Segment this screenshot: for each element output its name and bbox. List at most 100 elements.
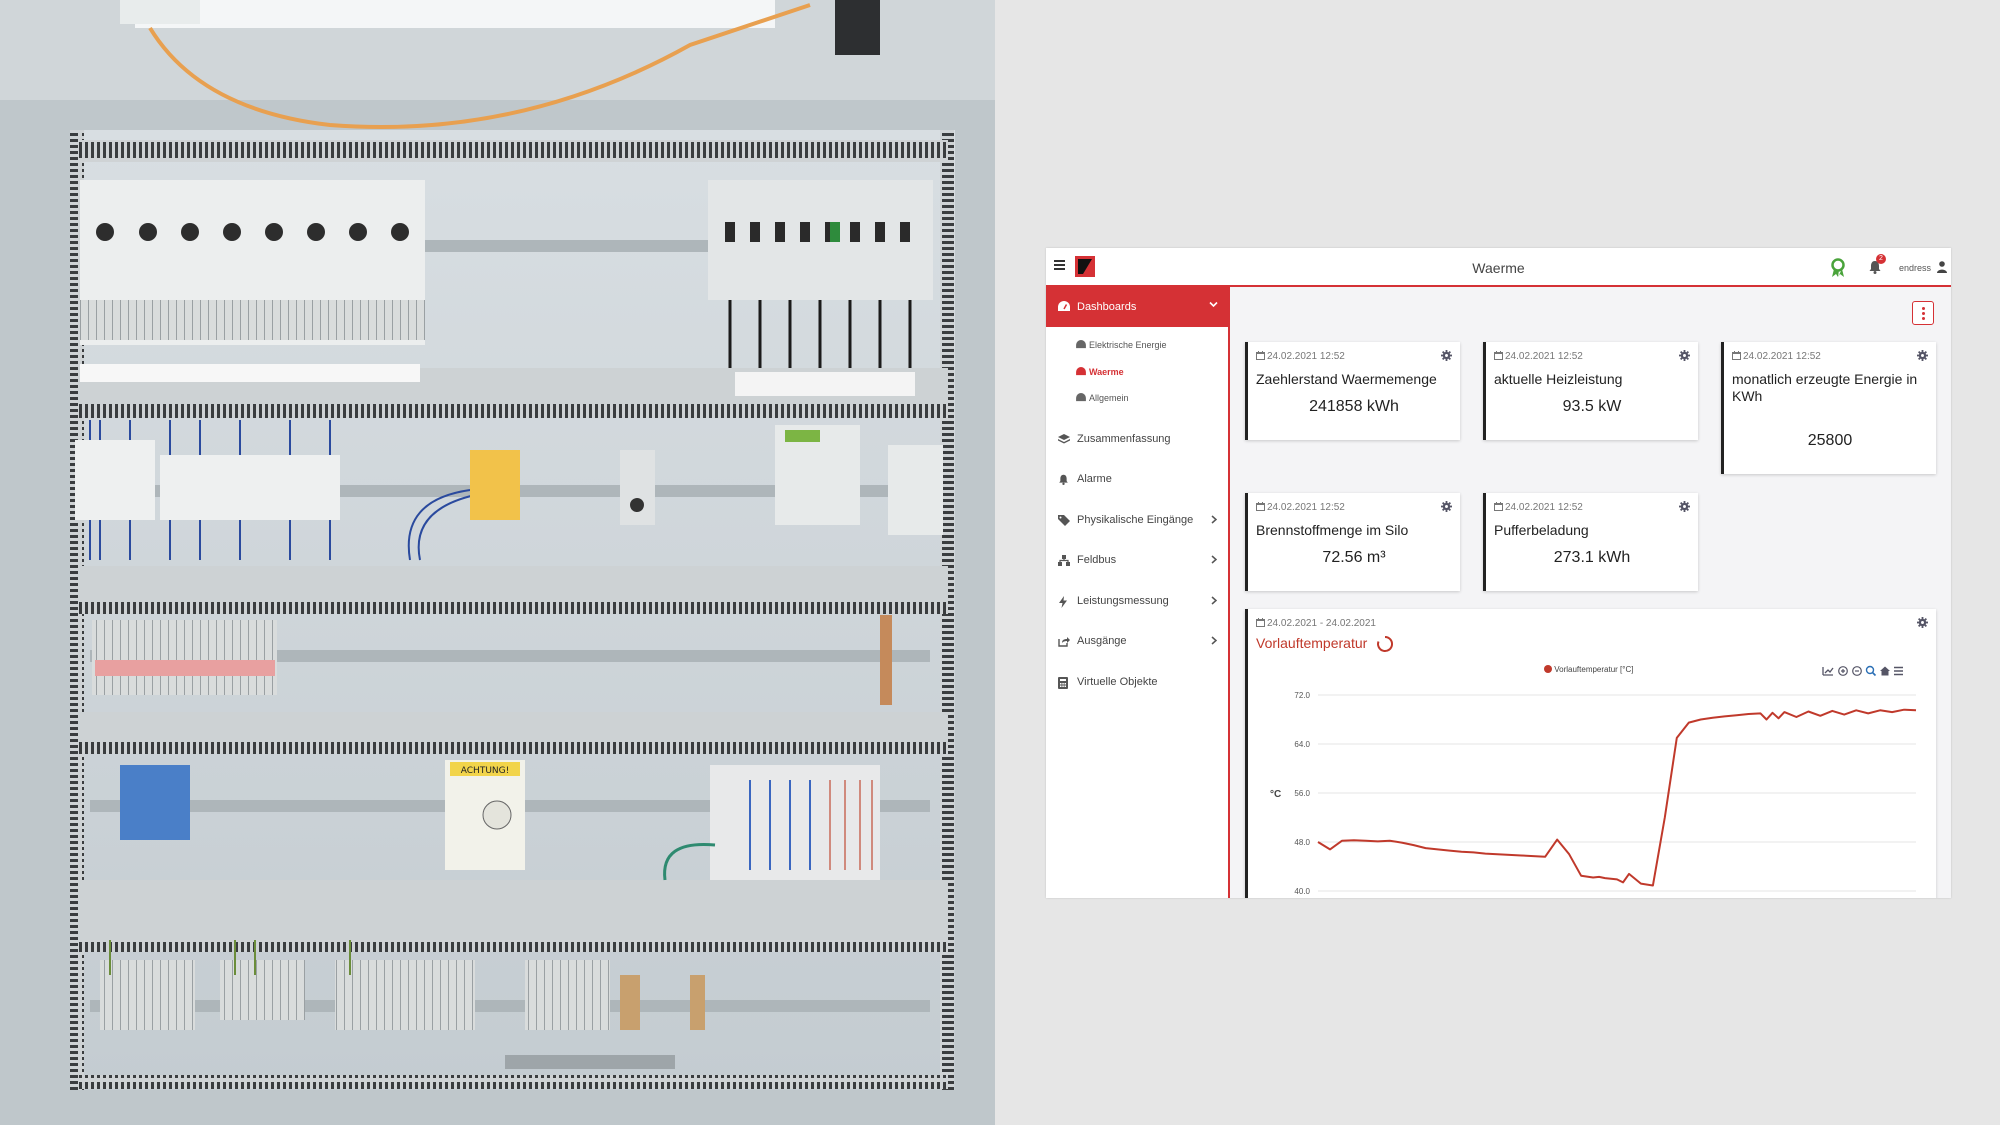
card-timestamp: 24.02.2021 12:52 — [1494, 502, 1583, 513]
chevron-right-icon — [1211, 515, 1217, 524]
username[interactable]: endress — [1899, 263, 1931, 273]
top-bar: Waerme 2 endress — [1046, 248, 1951, 287]
sidebar-subitem-waerme[interactable]: Waerme — [1076, 367, 1124, 377]
calendar-icon — [1494, 351, 1503, 360]
sidebar-item-label: Dashboards — [1077, 301, 1137, 313]
sidebar-subitem-label: Allgemein — [1089, 393, 1129, 403]
sidebar-subitem-allgemein[interactable]: Allgemein — [1076, 393, 1129, 403]
dashboard-icon — [1076, 340, 1086, 349]
award-icon[interactable] — [1830, 258, 1846, 278]
sidebar-item-label: Physikalische Eingänge — [1077, 514, 1194, 526]
line-chart[interactable]: 72.0 64.0 56.0 48.0 40.0 °C — [1248, 679, 1936, 898]
sidebar-item-feldbus[interactable]: Feldbus — [1058, 554, 1223, 570]
sidebar-item-physikalische-eingaenge[interactable]: Physikalische Eingänge — [1058, 514, 1223, 530]
page-title: Waerme — [1472, 260, 1525, 276]
control-cabinet-photo: ACHTUNG! — [0, 0, 995, 1125]
calendar-icon — [1256, 618, 1265, 627]
network-icon — [1058, 555, 1070, 566]
search-icon[interactable] — [1865, 665, 1877, 677]
calculator-icon — [1058, 677, 1068, 689]
y-tick-label: 40.0 — [1294, 887, 1310, 896]
card-value: 93.5 kW — [1562, 398, 1622, 415]
sidebar-item-label: Alarme — [1077, 473, 1112, 485]
dashboard-icon — [1058, 301, 1070, 311]
calendar-icon — [1256, 351, 1265, 360]
sidebar-item-alarme[interactable]: Alarme — [1058, 473, 1223, 489]
calendar-icon — [1494, 502, 1503, 511]
chart-date-range-text: 24.02.2021 - 24.02.2021 — [1267, 618, 1376, 629]
calendar-icon — [1256, 502, 1265, 511]
card-timestamp-text: 24.02.2021 12:52 — [1505, 502, 1583, 513]
card-timestamp: 24.02.2021 12:52 — [1494, 351, 1583, 362]
zoom-out-icon[interactable] — [1852, 666, 1862, 676]
card-timestamp: 24.02.2021 12:52 — [1256, 502, 1345, 513]
sidebar-subitem-label: Waerme — [1089, 367, 1124, 377]
gear-icon[interactable] — [1679, 350, 1690, 361]
y-axis-label: °C — [1270, 789, 1281, 800]
kpi-card: 24.02.2021 12:52 Zaehlerstand Waermemeng… — [1245, 342, 1460, 440]
dashboard-window: Waerme 2 endress Dashboards Elektrische … — [1046, 248, 1951, 898]
layers-icon — [1058, 434, 1070, 444]
card-value: 72.56 m³ — [1322, 549, 1386, 566]
card-timestamp-text: 24.02.2021 12:52 — [1267, 351, 1345, 362]
warning-label-title: ACHTUNG! — [461, 766, 509, 776]
y-tick-label: 64.0 — [1294, 740, 1310, 749]
sidebar-item-virtuelle-objekte[interactable]: Virtuelle Objekte — [1058, 676, 1223, 692]
sidebar-item-ausgaenge[interactable]: Ausgänge — [1058, 635, 1223, 651]
sidebar-item-label: Leistungsmessung — [1077, 595, 1169, 607]
export-icon — [1058, 637, 1070, 647]
kpi-card: 24.02.2021 12:52 Pufferbeladung 273.1 kW… — [1483, 493, 1698, 591]
chart-title: Vorlauftemperatur — [1256, 635, 1368, 651]
user-icon[interactable] — [1937, 261, 1947, 273]
chart-legend[interactable]: Vorlauftemperatur [°C] — [1544, 665, 1633, 674]
card-title: monatlich erzeugte Energie in KWh — [1732, 371, 1918, 404]
bolt-icon — [1059, 596, 1067, 608]
more-options-button[interactable] — [1912, 301, 1934, 325]
chart-card: 24.02.2021 - 24.02.2021 Vorlauftemperatu… — [1245, 609, 1936, 898]
menu-icon[interactable] — [1894, 666, 1903, 676]
sidebar-item-label: Virtuelle Objekte — [1077, 676, 1158, 688]
sidebar-item-label: Zusammenfassung — [1077, 433, 1171, 445]
sidebar-item-zusammenfassung[interactable]: Zusammenfassung — [1058, 433, 1223, 449]
kpi-card: 24.02.2021 12:52 monatlich erzeugte Ener… — [1721, 342, 1936, 474]
loading-spinner-icon — [1377, 635, 1394, 652]
chart-date-range: 24.02.2021 - 24.02.2021 — [1256, 618, 1376, 629]
sidebar-item-label: Feldbus — [1077, 554, 1117, 566]
card-value: 25800 — [1807, 432, 1853, 449]
card-value: 241858 kWh — [1309, 398, 1399, 415]
card-title: aktuelle Heizleistung — [1494, 371, 1623, 387]
card-timestamp-text: 24.02.2021 12:52 — [1743, 351, 1821, 362]
chevron-right-icon — [1211, 636, 1217, 645]
sidebar-item-label: Ausgänge — [1077, 635, 1127, 647]
card-timestamp-text: 24.02.2021 12:52 — [1505, 351, 1583, 362]
calendar-icon — [1732, 351, 1741, 360]
chevron-right-icon — [1211, 555, 1217, 564]
gear-icon[interactable] — [1917, 350, 1928, 361]
sidebar-subitem-elektrische-energie[interactable]: Elektrische Energie — [1076, 340, 1167, 350]
download-chart-icon[interactable] — [1822, 667, 1834, 676]
dashboard-icon — [1076, 393, 1086, 402]
dashboard-icon — [1076, 367, 1086, 376]
kpi-card: 24.02.2021 12:52 aktuelle Heizleistung 9… — [1483, 342, 1698, 440]
gear-icon[interactable] — [1917, 617, 1928, 628]
zoom-in-icon[interactable] — [1838, 666, 1848, 676]
y-tick-label: 72.0 — [1294, 691, 1310, 700]
y-tick-label: 56.0 — [1294, 789, 1310, 798]
sidebar-subitem-label: Elektrische Energie — [1089, 340, 1167, 350]
card-timestamp: 24.02.2021 12:52 — [1732, 351, 1821, 362]
chevron-down-icon — [1209, 301, 1218, 308]
gear-icon[interactable] — [1679, 501, 1690, 512]
legend-label: Vorlauftemperatur [°C] — [1554, 665, 1634, 674]
card-timestamp-text: 24.02.2021 12:52 — [1267, 502, 1345, 513]
y-tick-label: 48.0 — [1294, 838, 1310, 847]
series-line-vorlauftemperatur[interactable] — [1317, 708, 1917, 887]
gear-icon[interactable] — [1441, 350, 1452, 361]
home-icon[interactable] — [1880, 666, 1890, 676]
chart-toolbar — [1822, 665, 1903, 677]
gear-icon[interactable] — [1441, 501, 1452, 512]
sidebar-item-dashboards[interactable]: Dashboards — [1046, 287, 1228, 327]
sidebar-item-leistungsmessung[interactable]: Leistungsmessung — [1058, 595, 1223, 611]
notification-count-badge: 2 — [1876, 254, 1886, 264]
card-timestamp: 24.02.2021 12:52 — [1256, 351, 1345, 362]
legend-marker — [1544, 665, 1552, 673]
